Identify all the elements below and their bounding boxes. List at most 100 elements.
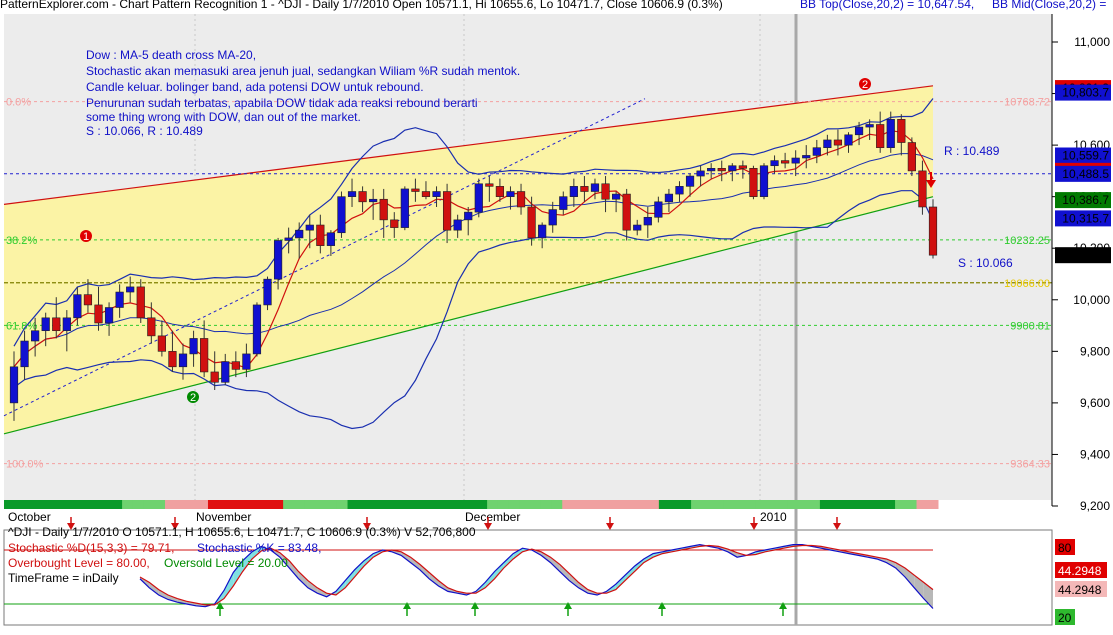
trend-strip-cell bbox=[755, 500, 767, 509]
chart-header-title: PatternExplorer.com - Chart Pattern Reco… bbox=[0, 0, 723, 11]
annotation-line-2: Stochastic akan memasuki area jenuh jual… bbox=[86, 64, 520, 78]
candle-body bbox=[707, 168, 716, 172]
candle-body bbox=[907, 142, 916, 172]
candle-body bbox=[347, 191, 357, 197]
candle-body bbox=[886, 119, 895, 148]
trend-strip-cell bbox=[605, 500, 617, 509]
trend-strip-cell bbox=[884, 500, 896, 509]
candle-body bbox=[791, 157, 800, 164]
trend-strip-cell bbox=[89, 500, 102, 509]
trend-strip-cell bbox=[497, 500, 510, 509]
fib-level-value: 10768.72 bbox=[1004, 97, 1050, 109]
trend-strip-cell bbox=[111, 500, 123, 509]
trend-strip-cell bbox=[197, 500, 209, 509]
price-badge-label: 10,488.5 bbox=[1062, 167, 1109, 181]
candle-body bbox=[400, 188, 409, 228]
trend-strip-cell bbox=[283, 500, 295, 509]
candle-body bbox=[527, 206, 536, 239]
candle-body bbox=[284, 237, 293, 241]
trend-strip-cell bbox=[905, 500, 918, 509]
trend-strip-cell bbox=[79, 500, 91, 509]
candle-body bbox=[728, 165, 737, 172]
stoch-badge-k: 44.2948 bbox=[1058, 564, 1102, 578]
trend-strip-cell bbox=[336, 500, 349, 509]
trend-strip-cell bbox=[422, 500, 434, 509]
trend-strip-cell bbox=[701, 500, 714, 509]
trend-strip-cell bbox=[46, 500, 59, 509]
candle-body bbox=[263, 278, 272, 306]
trend-strip-cell bbox=[734, 500, 746, 509]
candle-body bbox=[759, 165, 769, 197]
trend-strip-cell bbox=[744, 500, 756, 509]
stoch-badge-20: 20 bbox=[1058, 611, 1072, 625]
annotation-line-6: S : 10.066, R : 10.489 bbox=[86, 124, 203, 138]
candle-body bbox=[369, 198, 378, 203]
price-tick-label: 9,600 bbox=[1080, 396, 1110, 410]
candle-body bbox=[326, 232, 335, 246]
candle-body bbox=[358, 191, 367, 203]
trend-strip-cell bbox=[315, 500, 327, 509]
price-badge-label: 10,315.7 bbox=[1062, 211, 1109, 225]
candle-body bbox=[918, 170, 927, 208]
candle-body bbox=[178, 353, 188, 368]
trend-strip-cell bbox=[68, 500, 80, 509]
overbought-legend: Overbought Level = 80.00, bbox=[8, 556, 150, 570]
price-chart-svg: PatternExplorer.com - Chart Pattern Reco… bbox=[0, 0, 1113, 630]
candle-body bbox=[83, 294, 93, 306]
trend-strip-cell bbox=[648, 500, 660, 509]
candle-body bbox=[897, 119, 906, 143]
candle-body bbox=[612, 193, 621, 200]
candle bbox=[749, 165, 758, 200]
candle-body bbox=[696, 170, 705, 177]
trend-strip-cell bbox=[379, 500, 391, 509]
stoch-badge-80: 80 bbox=[1058, 541, 1072, 555]
resistance-label: R : 10.489 bbox=[944, 144, 1000, 158]
trend-strip-cell bbox=[487, 500, 499, 509]
candle-body bbox=[52, 317, 61, 332]
candle-body bbox=[559, 196, 568, 210]
price-badge-label: 10,173 bbox=[1072, 248, 1109, 262]
month-label-december: December bbox=[465, 510, 520, 524]
stoch-d-legend: Stochastic %D(15,3,3) = 79.71, bbox=[8, 541, 174, 555]
trend-strip-cell bbox=[873, 500, 885, 509]
annotation-line-1: Dow : MA-5 death cross MA-20, bbox=[86, 48, 256, 62]
trend-strip-cell bbox=[154, 500, 166, 509]
trend-strip-cell bbox=[454, 500, 467, 509]
candle-body bbox=[685, 175, 695, 187]
candle-body bbox=[580, 186, 589, 192]
candle-body bbox=[104, 307, 114, 324]
trend-strip-cell bbox=[347, 500, 359, 509]
candle-body bbox=[221, 361, 230, 383]
candle bbox=[474, 178, 483, 218]
candle-body bbox=[485, 183, 494, 187]
trend-strip-cell bbox=[36, 500, 48, 509]
trend-strip-cell bbox=[927, 500, 939, 509]
candle bbox=[907, 137, 916, 177]
candle-body bbox=[749, 168, 758, 197]
price-tick-label: 9,200 bbox=[1080, 499, 1110, 513]
trend-strip-cell bbox=[680, 500, 692, 509]
trend-strip-cell bbox=[304, 500, 316, 509]
trend-strip-cell bbox=[798, 500, 810, 509]
candle-body bbox=[210, 371, 219, 383]
month-label-november: November bbox=[196, 510, 251, 524]
oversold-legend: Oversold Level = 20.00 bbox=[164, 556, 288, 570]
trend-strip-cell bbox=[240, 500, 252, 509]
chart-window: PatternExplorer.com - Chart Pattern Reco… bbox=[0, 0, 1113, 630]
fib-level-value: 9364.33 bbox=[1010, 459, 1050, 471]
month-label-october: October bbox=[8, 510, 51, 524]
candle-body bbox=[876, 124, 885, 148]
trend-strip-cell bbox=[390, 500, 402, 509]
fib-level-pct: 38.2% bbox=[6, 235, 37, 247]
stoch-badge-d: 44.2948 bbox=[1058, 583, 1102, 597]
trend-strip-cell bbox=[229, 500, 241, 509]
candle-body bbox=[94, 304, 103, 324]
candle-body bbox=[411, 188, 420, 192]
trend-strip-cell bbox=[669, 500, 681, 509]
candle-body bbox=[854, 126, 864, 136]
candle-body bbox=[802, 155, 811, 159]
fib-level-pct: 100.0% bbox=[6, 459, 44, 471]
candle-body bbox=[643, 216, 652, 226]
marker-1-label: 1 bbox=[83, 231, 89, 243]
trend-strip-cell bbox=[691, 500, 703, 509]
